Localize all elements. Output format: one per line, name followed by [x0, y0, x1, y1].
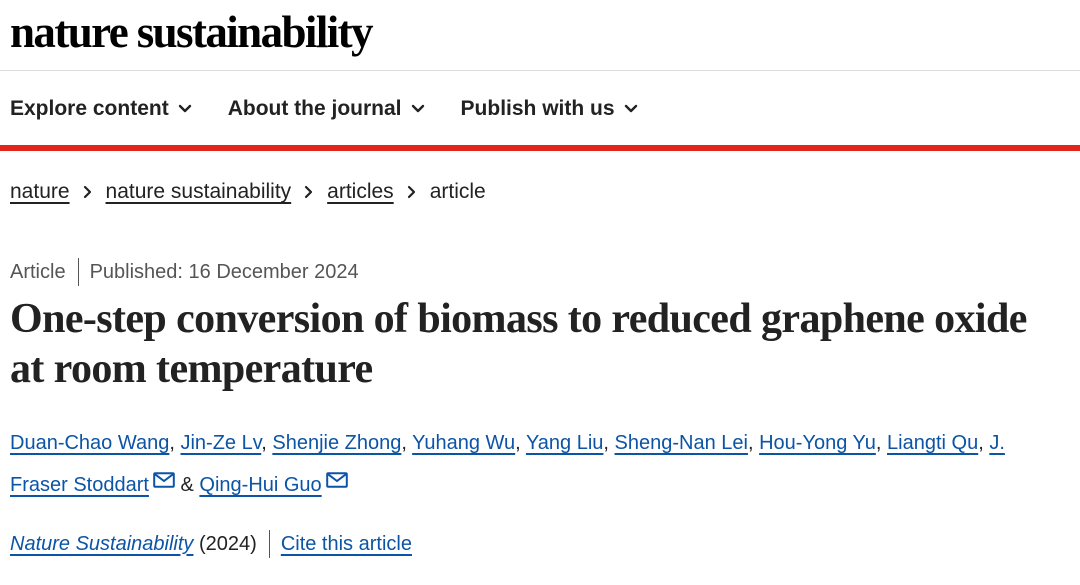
accent-bar [0, 145, 1080, 151]
author-link[interactable]: Duan-Chao Wang [10, 432, 169, 454]
chevron-down-icon [624, 104, 637, 113]
author-separator: , [875, 432, 888, 454]
author-separator: , [261, 432, 273, 454]
article-meta: Article Published: 16 December 2024 [10, 258, 359, 286]
nav-item-label: Publish with us [460, 97, 615, 120]
nav-item-label: About the journal [227, 97, 402, 120]
published-date: Published: 16 December 2024 [89, 260, 359, 283]
chevron-right-icon [407, 185, 417, 199]
journal-logo[interactable]: nature sustainability [10, 4, 374, 60]
author-separator: , [603, 432, 615, 454]
nav-explore-content[interactable]: Explore content [10, 97, 192, 121]
nav-publish-with-us[interactable]: Publish with us [461, 97, 638, 121]
author-list: Duan-Chao Wang, Jin-Ze Lv, Shenjie Zhong… [10, 422, 1050, 506]
article-title: One-step conversion of biomass to reduce… [10, 296, 1027, 392]
author-link[interactable]: Hou-Yong Yu [759, 432, 876, 454]
email-icon[interactable] [325, 472, 348, 488]
publication-year: (2024) [199, 532, 257, 555]
author-separator: , [747, 432, 760, 454]
author-link[interactable]: Yuhang Wu [412, 432, 515, 454]
breadcrumb-articles[interactable]: articles [327, 180, 394, 204]
journal-link[interactable]: Nature Sustainability [10, 533, 193, 556]
nav-about-journal[interactable]: About the journal [228, 97, 425, 121]
citation-divider [268, 530, 270, 558]
breadcrumb: nature nature sustainability articles ar… [10, 180, 486, 204]
meta-divider [77, 258, 79, 286]
article-type: Article [10, 260, 66, 283]
breadcrumb-nature-sustainability[interactable]: nature sustainability [106, 180, 292, 204]
chevron-right-icon [304, 185, 314, 199]
author-separator: , [515, 432, 526, 454]
author-conjunction: & [174, 474, 200, 496]
author-link[interactable]: Shenjie Zhong [272, 432, 401, 454]
citation-row: Nature Sustainability (2024) Cite this a… [10, 530, 412, 558]
author-link[interactable]: Sheng-Nan Lei [615, 432, 748, 454]
chevron-down-icon [178, 104, 191, 113]
author-separator: , [401, 432, 413, 454]
breadcrumb-nature[interactable]: nature [10, 180, 70, 204]
author-link[interactable]: Jin-Ze Lv [180, 432, 261, 454]
author-separator: , [978, 432, 990, 454]
email-icon[interactable] [153, 472, 175, 488]
cite-article-link[interactable]: Cite this article [281, 533, 412, 556]
author-link[interactable]: Yang Liu [526, 432, 603, 454]
chevron-right-icon [83, 185, 93, 199]
author-link[interactable]: Liangti Qu [887, 432, 978, 454]
breadcrumb-current: article [429, 180, 486, 203]
main-nav: Explore content About the journal Publis… [10, 92, 674, 126]
header-divider [0, 70, 1080, 71]
author-link[interactable]: Qing-Hui Guo [199, 474, 321, 496]
nav-item-label: Explore content [10, 97, 169, 120]
author-separator: , [169, 432, 181, 454]
chevron-down-icon [411, 104, 424, 113]
